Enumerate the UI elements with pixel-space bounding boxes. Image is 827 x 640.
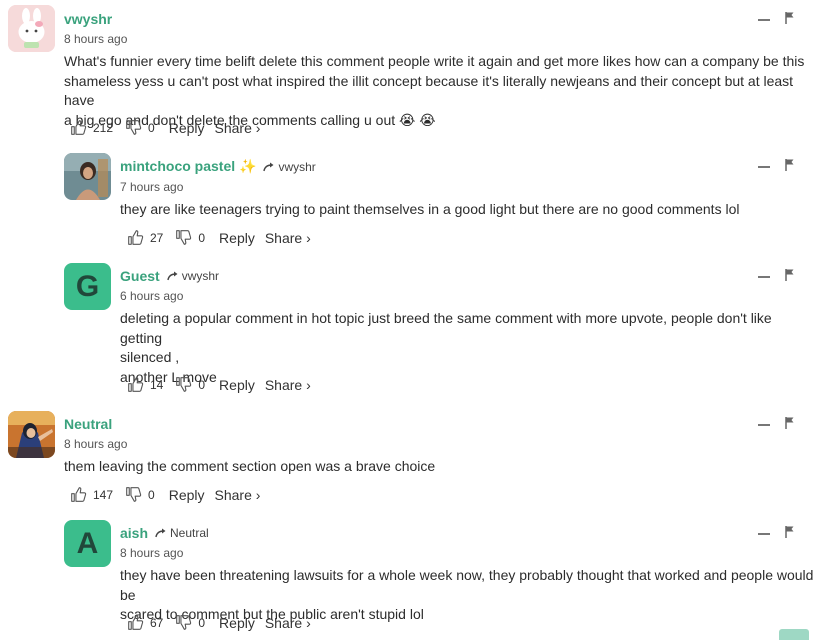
timestamp[interactable]: 8 hours ago — [64, 32, 127, 46]
thumbs-up-icon — [128, 377, 144, 392]
avatar[interactable]: A — [64, 520, 111, 567]
reply-to-name: vwyshr — [181, 269, 220, 283]
reply-to[interactable]: vwyshr — [263, 159, 316, 174]
photo-avatar-icon — [64, 153, 111, 200]
downvote-count: 0 — [198, 615, 206, 630]
downvote-button[interactable]: 0 — [175, 614, 205, 631]
upvote-button[interactable]: 67 — [127, 614, 163, 631]
downvote-button[interactable]: 0 — [125, 119, 155, 136]
thumbs-down-icon — [176, 230, 192, 245]
upvote-button[interactable]: 212 — [70, 119, 113, 136]
upvote-count: 14 — [150, 377, 164, 392]
reply-arrow-icon — [166, 271, 178, 281]
author-name[interactable]: mintchoco pastel ✨ — [120, 158, 256, 175]
downvote-button[interactable]: 0 — [125, 486, 155, 503]
comment-actions: 27 0 Reply Share › — [127, 229, 311, 246]
flag-icon[interactable] — [785, 525, 795, 543]
author-name[interactable]: Neutral — [64, 416, 112, 432]
comment-line: they are like teenagers trying to paint … — [120, 201, 740, 217]
downvote-count: 0 — [148, 120, 155, 135]
downvote-button[interactable]: 0 — [175, 229, 205, 246]
collapse-icon[interactable] — [758, 276, 770, 278]
comment-text: them leaving the comment section open wa… — [64, 457, 817, 477]
reply-to[interactable]: Neutral — [155, 526, 209, 540]
comment-line: deleting a popular comment in hot topic … — [120, 310, 772, 346]
reply-to-name: vwyshr — [278, 159, 316, 174]
reply-button[interactable]: Reply — [169, 487, 205, 503]
reply-button[interactable]: Reply — [219, 230, 255, 246]
collapse-icon[interactable] — [758, 533, 770, 535]
comment-text: they are like teenagers trying to paint … — [120, 200, 817, 220]
scroll-to-top-button[interactable] — [779, 629, 809, 640]
reply-to[interactable]: vwyshr — [166, 269, 220, 283]
avatar[interactable] — [8, 411, 55, 458]
timestamp[interactable]: 6 hours ago — [120, 289, 183, 303]
comment-line: them leaving the comment section open wa… — [64, 458, 436, 474]
comment-actions: 147 0 Reply Share › — [70, 486, 260, 503]
thumbs-up-icon — [71, 487, 87, 502]
collapse-icon[interactable] — [758, 424, 770, 426]
reply-arrow-icon — [263, 162, 274, 171]
comment-line: they have been threatening lawsuits for … — [120, 567, 814, 603]
downvote-count: 0 — [198, 230, 206, 245]
thumbs-up-icon — [128, 230, 144, 245]
reply-to-name: Neutral — [170, 526, 209, 540]
flag-icon[interactable] — [785, 158, 795, 176]
thumbs-up-icon — [128, 615, 144, 630]
comment-actions: 67 0 Reply Share › — [127, 614, 311, 631]
avatar-letter: G — [75, 269, 100, 303]
collapse-icon[interactable] — [758, 19, 770, 21]
flag-icon[interactable] — [785, 268, 795, 286]
author-name[interactable]: vwyshr — [64, 11, 112, 27]
bunny-avatar-icon — [8, 5, 55, 52]
share-button[interactable]: Share › — [215, 120, 261, 136]
share-button[interactable]: Share › — [215, 487, 261, 503]
avatar[interactable]: G — [64, 263, 111, 310]
author-name[interactable]: Guest — [120, 268, 160, 284]
avatar-letter: A — [76, 526, 99, 560]
upvote-count: 67 — [150, 615, 164, 630]
share-button[interactable]: Share › — [265, 615, 311, 631]
flag-icon[interactable] — [785, 416, 795, 434]
avatar[interactable] — [8, 5, 55, 52]
thumbs-down-icon — [126, 120, 142, 135]
reply-button[interactable]: Reply — [219, 615, 255, 631]
reply-button[interactable]: Reply — [219, 377, 255, 393]
downvote-count: 0 — [198, 377, 206, 392]
collapse-icon[interactable] — [758, 166, 770, 168]
comment-actions: 14 0 Reply Share › — [127, 376, 311, 393]
upvote-count: 212 — [93, 120, 114, 135]
upvote-count: 27 — [150, 230, 164, 245]
timestamp[interactable]: 8 hours ago — [64, 437, 127, 451]
comment-line: shameless yess u can't post what inspire… — [64, 72, 794, 109]
thumbs-down-icon — [176, 377, 192, 392]
character-avatar-icon — [8, 411, 55, 458]
downvote-count: 0 — [148, 487, 155, 502]
comment-line: silenced , — [120, 349, 180, 365]
flag-icon[interactable] — [785, 11, 795, 29]
downvote-button[interactable]: 0 — [175, 376, 205, 393]
upvote-button[interactable]: 27 — [127, 229, 163, 246]
share-button[interactable]: Share › — [265, 377, 311, 393]
avatar[interactable] — [64, 153, 111, 200]
thumbs-down-icon — [176, 615, 192, 630]
upvote-button[interactable]: 14 — [127, 376, 163, 393]
share-button[interactable]: Share › — [265, 230, 311, 246]
timestamp[interactable]: 8 hours ago — [120, 546, 183, 560]
comment-line: What's funnier every time belift delete … — [64, 53, 805, 69]
comment-actions: 212 0 Reply Share › — [70, 119, 260, 136]
reply-button[interactable]: Reply — [169, 120, 205, 136]
upvote-count: 147 — [93, 487, 114, 502]
reply-arrow-icon — [155, 528, 166, 538]
author-name[interactable]: aish — [120, 525, 148, 541]
thumbs-up-icon — [71, 120, 87, 135]
upvote-button[interactable]: 147 — [70, 486, 113, 503]
timestamp[interactable]: 7 hours ago — [120, 180, 183, 194]
thumbs-down-icon — [126, 487, 142, 502]
